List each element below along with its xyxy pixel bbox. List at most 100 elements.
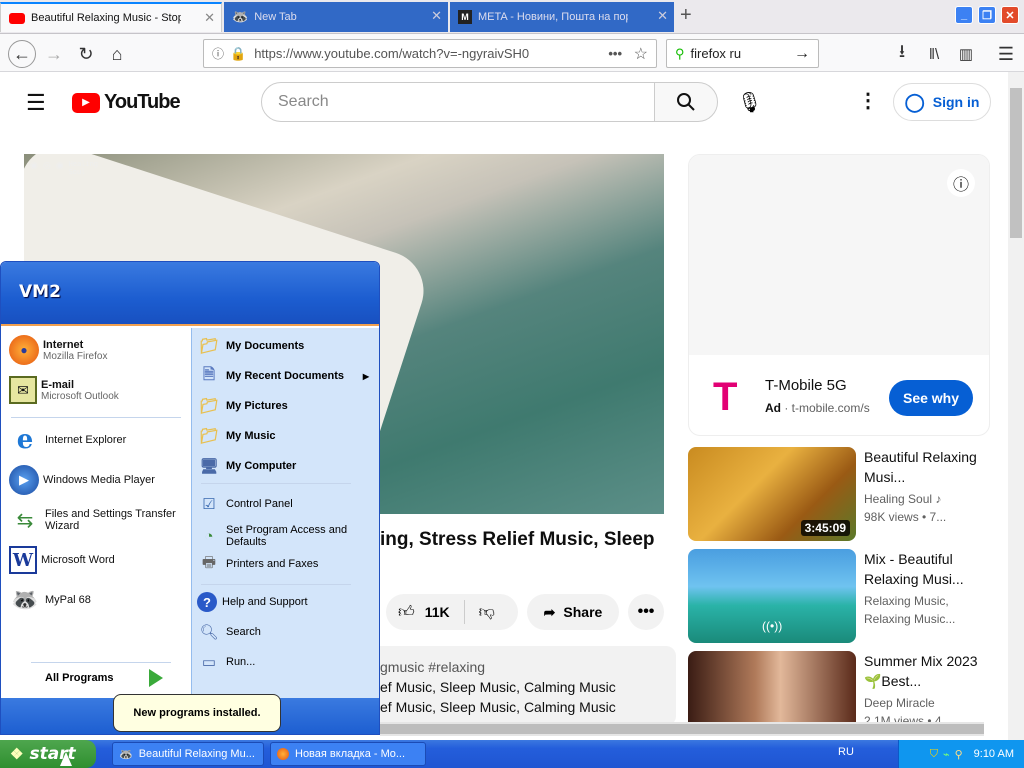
like-count[interactable]: 11K	[425, 604, 450, 620]
pinned-internet[interactable]: ● Internet Mozilla Firefox	[9, 332, 187, 368]
mouse-cursor-icon	[60, 752, 72, 766]
scrollbar-thumb[interactable]	[380, 724, 984, 734]
search-input[interactable]: ⚲ firefox ru →	[666, 39, 819, 68]
related-title[interactable]: Summer Mix 2023🌱Best...	[864, 651, 984, 691]
close-window-icon[interactable]: ✕	[1001, 6, 1019, 24]
page-scrollbar[interactable]	[1008, 72, 1024, 740]
run-icon: ▭	[201, 654, 217, 671]
back-icon[interactable]: ←	[8, 40, 36, 68]
ad-label: Ad	[765, 401, 781, 415]
program-label: Files and Settings Transfer Wizard	[45, 508, 176, 532]
new-tab-icon[interactable]: +	[680, 4, 692, 27]
library-icon[interactable]: ‖\	[922, 42, 946, 66]
youtube-search-button[interactable]	[654, 82, 718, 122]
help-and-support[interactable]: ? Help and Support	[197, 588, 377, 616]
ad-card[interactable]: ⓘ T T-Mobile 5G Ad · t-mobile.com/s See …	[688, 154, 990, 436]
youtube-logo[interactable]: ▶ YouTube	[72, 91, 181, 114]
recent-program[interactable]: W Microsoft Word	[9, 542, 187, 578]
tab-new-tab[interactable]: 🦝 New Tab ✕	[224, 2, 448, 32]
home-icon[interactable]: ⌂	[105, 42, 129, 66]
youtube-search-input[interactable]: Search	[261, 82, 655, 122]
info-icon[interactable]: ⓘ	[947, 169, 975, 197]
download-icon[interactable]: ⭳	[890, 41, 914, 66]
outlook-icon: ✉	[9, 376, 37, 404]
lock-icon: 🔒	[230, 45, 247, 61]
recent-docs-icon: 🗎	[202, 365, 216, 383]
network-icon[interactable]: ⌁	[943, 748, 950, 761]
related-title[interactable]: Mix - Beautiful Relaxing Musi...	[864, 549, 984, 589]
control-panel[interactable]: ☑ Control Panel	[197, 490, 377, 518]
sidebar-icon[interactable]: ▥	[954, 42, 978, 66]
maximize-icon[interactable]: ❐	[978, 6, 996, 24]
tab-meta[interactable]: M META - Новини, Пошта на порт ✕	[450, 2, 674, 32]
media-player-icon: ▶	[9, 465, 39, 495]
shield-icon[interactable]: ⛉	[930, 748, 938, 761]
start-button[interactable]: ❖ start	[0, 740, 96, 768]
pinned-email[interactable]: ✉ E-mail Microsoft Outlook	[9, 372, 187, 408]
menu-label: My Pictures	[226, 400, 288, 412]
search-item[interactable]: 🔍︎ Search	[197, 618, 377, 646]
menu-label: My Music	[226, 430, 276, 442]
close-icon[interactable]: ✕	[657, 8, 668, 24]
related-thumbnail[interactable]: ((•))	[688, 549, 856, 643]
menu-label: Printers and Faxes	[226, 558, 319, 570]
go-arrow-icon[interactable]: →	[794, 45, 810, 63]
menu-icon[interactable]: ☰	[994, 42, 1018, 66]
my-pictures[interactable]: 📁︎ My Pictures	[197, 392, 377, 420]
reload-icon[interactable]: ↻	[74, 42, 98, 66]
url-bar[interactable]: ⓘ 🔒 https://www.youtube.com/watch?v=-ngy…	[203, 39, 657, 68]
divider	[463, 600, 465, 624]
related-title[interactable]: Beautiful Relaxing Musi...	[864, 447, 984, 487]
recent-program[interactable]: ⇆ Files and Settings Transfer Wizard	[9, 502, 187, 538]
more-actions-icon[interactable]: •••	[628, 594, 664, 630]
related-thumbnail[interactable]	[688, 651, 856, 725]
my-music[interactable]: 📁︎ My Music	[197, 422, 377, 450]
horizontal-scrollbar[interactable]	[380, 722, 984, 736]
video-title: ing, Stress Relief Music, Sleep	[380, 529, 655, 550]
info-icon[interactable]: ⓘ	[212, 45, 224, 62]
related-thumbnail[interactable]: 3:45:09	[688, 447, 856, 541]
minimize-icon[interactable]: _	[955, 6, 973, 24]
program-access[interactable]: ◔ Set Program Access and Defaults	[197, 520, 377, 552]
forward-icon[interactable]: →	[42, 42, 66, 66]
mypal-icon: 🦝	[232, 9, 249, 24]
description-tags: gmusic #relaxing	[380, 659, 486, 675]
printers-and-faxes[interactable]: 🖶 Printers and Faxes	[197, 550, 377, 578]
see-why-button[interactable]: See why	[889, 380, 973, 416]
menu-label: Control Panel	[226, 498, 293, 510]
taskbar-window-firefox[interactable]: Новая вкладка - Mo...	[270, 742, 426, 766]
recent-program[interactable]: e Internet Explorer	[9, 422, 187, 458]
share-button[interactable]: ➦ Share	[527, 594, 619, 630]
divider	[31, 662, 171, 663]
my-recent-documents[interactable]: 🗎 My Recent Documents ▶	[197, 362, 377, 390]
notification-balloon[interactable]: New programs installed.	[113, 694, 281, 732]
close-icon[interactable]: ✕	[204, 10, 215, 26]
microphone-icon[interactable]: 🎙	[737, 90, 762, 115]
scrollbar-thumb[interactable]	[1010, 88, 1022, 238]
bookmark-star-icon[interactable]: ☆	[634, 44, 648, 64]
my-computer[interactable]: 🖥︎ My Computer	[197, 452, 377, 480]
run-item[interactable]: ▭ Run...	[197, 648, 377, 676]
search-tray-icon[interactable]: ⚲	[955, 748, 963, 761]
like-icon[interactable]: 👍︎	[398, 603, 415, 622]
recent-program[interactable]: 🦝 MyPal 68	[9, 582, 187, 618]
recent-program[interactable]: ▶ Windows Media Player	[9, 462, 187, 498]
all-programs-button[interactable]: All Programs	[45, 669, 164, 687]
hamburger-icon[interactable]: ☰	[26, 90, 46, 116]
channel-overlay: Healing Soul	[68, 160, 99, 176]
more-icon[interactable]: •••	[608, 46, 622, 61]
ad-domain: t-mobile.com/s	[791, 401, 870, 415]
my-documents[interactable]: 📁︎ My Documents	[197, 332, 377, 360]
taskbar-window-mypal[interactable]: 🦝 Beautiful Relaxing Mu...	[112, 742, 264, 766]
language-indicator[interactable]: RU	[838, 746, 854, 758]
settings-dots-icon[interactable]: ⋮	[858, 88, 878, 113]
search-icon: ⚲	[675, 45, 685, 61]
search-placeholder: Search	[278, 93, 329, 110]
clock[interactable]: 9:10 AM	[974, 748, 1014, 760]
sign-in-button[interactable]: ◯ Sign in	[893, 83, 991, 121]
ie-icon: e	[16, 425, 34, 455]
folder-pictures-icon: 📁︎	[199, 398, 219, 415]
close-icon[interactable]: ✕	[431, 8, 442, 24]
tab-youtube[interactable]: Beautiful Relaxing Music - Stop Ov ✕	[0, 2, 222, 32]
dislike-icon[interactable]: 👎︎	[479, 603, 495, 622]
